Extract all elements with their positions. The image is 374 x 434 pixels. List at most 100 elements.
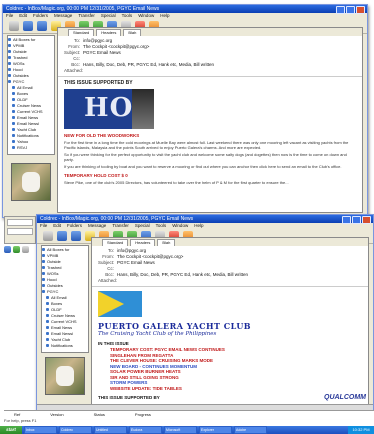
sponsor-banner[interactable]: HO	[64, 89, 154, 129]
mailbox-icon	[46, 295, 49, 299]
bcc-field[interactable]: Hans, Billy, Doc, Deb, PR, PGYC Ed, Hank…	[117, 272, 248, 277]
maximize-button[interactable]	[346, 6, 355, 14]
mailbox-icon	[12, 97, 15, 101]
mailbox-icon	[12, 121, 15, 125]
mailbox-out-icon[interactable]	[71, 231, 81, 241]
menu-edit[interactable]: Edit	[19, 13, 27, 19]
menu-file[interactable]: File	[40, 223, 47, 229]
tab-blah[interactable]: Blah	[123, 29, 142, 36]
mailbox-icon	[46, 325, 49, 329]
window-titlebar[interactable]: Coldrec - InBox/Magic.org, 00:00 PM 12/3…	[37, 215, 373, 224]
tab-blah[interactable]: Blah	[157, 239, 176, 246]
start-button[interactable]: start	[0, 426, 22, 434]
mailbox-icon	[46, 319, 49, 323]
from-field[interactable]: The Cockpit <cockpit@pgyc.org>	[117, 254, 183, 259]
mailbox-icon	[12, 145, 15, 149]
menu-transfer[interactable]: Transfer	[78, 13, 95, 19]
menu-tools[interactable]: Tools	[122, 13, 133, 19]
menu-folders[interactable]: Folders	[33, 13, 48, 19]
window-titlebar[interactable]: Coldrec - InBox/Magic.org, 00:00 PM 12/3…	[3, 5, 367, 14]
mailbox-icon	[46, 331, 49, 335]
folder-icon	[42, 289, 45, 293]
tab-headers[interactable]: Headers	[96, 29, 122, 36]
bcc-field[interactable]: Hans, Billy, Doc, Deb, PR, PGYC Ed, Hank…	[83, 62, 214, 67]
column-progress[interactable]: Progress	[135, 411, 151, 419]
tab-headers[interactable]: Headers	[130, 239, 156, 246]
taskbar-item[interactable]: Microsoft	[164, 426, 197, 434]
minimize-button[interactable]	[336, 6, 345, 14]
menu-message[interactable]: Message	[54, 13, 72, 19]
mailbox-icon[interactable]	[57, 231, 67, 241]
reply-icon[interactable]	[13, 246, 20, 253]
taskbar-item[interactable]: Explorer	[199, 426, 232, 434]
menu-edit[interactable]: Edit	[53, 223, 61, 229]
article-paragraph: So if you were thinking for the perfect …	[64, 152, 347, 162]
tab-standard[interactable]: Standard	[68, 29, 95, 36]
tree-item[interactable]: Notifications	[42, 342, 88, 348]
taskbar-item[interactable]: Untitled	[94, 426, 127, 434]
to-field[interactable]: info@pgyc.org	[117, 248, 146, 253]
article-paragraph: If you are thinking of tooling by boat a…	[64, 164, 342, 169]
article-paragraph: For the first time in a long time the co…	[64, 140, 349, 150]
menu-window[interactable]: Window	[172, 223, 188, 229]
mailbox-tree: All Boxes for VPMB Outside Trashed WOSs …	[41, 245, 89, 353]
club-name: PUERTO GALERA YACHT CLUB	[98, 321, 252, 331]
column-status[interactable]: Status	[94, 411, 105, 419]
message-tabs: Standard Headers Blah	[58, 28, 362, 36]
dog-photo-thumbnail	[45, 357, 85, 395]
window-title: Coldrec - InBox/Magic.org, 00:00 PM 12/3…	[6, 6, 160, 12]
message-headers: To: info@pgyc.org From: The Cockpit <cockp…	[58, 36, 362, 77]
mailbox-icon[interactable]	[4, 246, 11, 253]
mailbox-icon	[8, 61, 11, 65]
to-field[interactable]: info@pgyc.org	[83, 38, 112, 43]
menu-file[interactable]: File	[6, 13, 13, 19]
mailbox-icon	[12, 127, 15, 131]
side-panel-fragment	[4, 216, 36, 244]
in-this-issue-heading: IN THIS ISSUE	[98, 341, 129, 346]
print-icon[interactable]	[22, 246, 29, 253]
mailbox-icon	[46, 343, 49, 347]
menu-help[interactable]: Help	[160, 13, 169, 19]
panel-row[interactable]	[7, 228, 33, 235]
menu-folders[interactable]: Folders	[67, 223, 82, 229]
folder-icon	[8, 79, 11, 83]
mailbox-icon	[8, 55, 11, 59]
menu-window[interactable]: Window	[138, 13, 154, 19]
email-window-front: Coldrec - InBox/Magic.org, 00:00 PM 12/3…	[36, 214, 374, 414]
column-version[interactable]: Version	[50, 411, 63, 419]
menu-help[interactable]: Help	[194, 223, 203, 229]
mailbox-out-icon[interactable]	[37, 21, 47, 31]
menu-tools[interactable]: Tools	[156, 223, 167, 229]
message-tabs: Standard Headers Blah	[92, 238, 368, 246]
window-controls	[336, 6, 365, 14]
close-button[interactable]	[356, 6, 365, 14]
close-button[interactable]	[362, 216, 371, 224]
taskbar-item[interactable]: Eudora	[129, 426, 162, 434]
maximize-button[interactable]	[352, 216, 361, 224]
mini-toolbar	[4, 246, 29, 253]
delete-icon[interactable]	[9, 21, 19, 31]
mailbox-icon[interactable]	[23, 21, 33, 31]
subject-field[interactable]: PGYC Email News	[117, 260, 155, 265]
qualcomm-logo: QUALCOMM	[324, 394, 366, 401]
mailbox-icon	[46, 313, 49, 317]
taskbar-item[interactable]: Coldrec	[59, 426, 92, 434]
dog-photo-thumbnail	[11, 163, 51, 201]
taskbar-item[interactable]: Inbox	[24, 426, 57, 434]
panel-row[interactable]	[7, 219, 33, 226]
delete-icon[interactable]	[43, 231, 53, 241]
taskbar-item[interactable]: Adobe	[234, 426, 267, 434]
window-title: Coldrec - InBox/Magic.org, 00:00 PM 12/3…	[40, 216, 194, 222]
tab-standard[interactable]: Standard	[102, 239, 129, 246]
issue-link[interactable]: WEBSITE UPDATE: TIDE TABLES	[110, 386, 362, 392]
email-window-back: Coldrec - InBox/Magic.org, 00:00 PM 12/3…	[2, 4, 368, 218]
menu-special[interactable]: Special	[101, 13, 116, 19]
tree-item[interactable]: RSVJ	[8, 144, 54, 150]
menu-special[interactable]: Special	[135, 223, 150, 229]
menu-transfer[interactable]: Transfer	[112, 223, 129, 229]
menu-message[interactable]: Message	[88, 223, 106, 229]
mailbox-icon	[46, 337, 49, 341]
from-field[interactable]: The Cockpit <cockpit@pgyc.org>	[83, 44, 149, 49]
subject-field[interactable]: PGYC Email News	[83, 50, 121, 55]
minimize-button[interactable]	[342, 216, 351, 224]
